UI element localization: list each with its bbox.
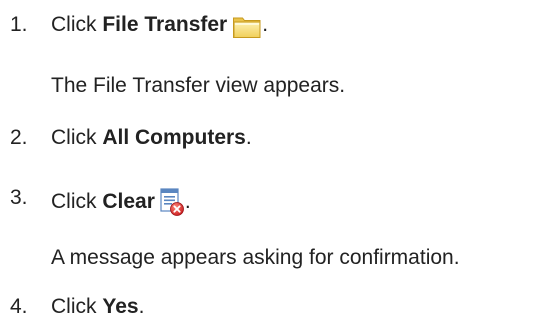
step-instruction: Click Clear . bbox=[51, 185, 191, 216]
step-end-punctuation: . bbox=[262, 13, 269, 36]
step-prefix: Click bbox=[51, 13, 103, 36]
step-number: 2. bbox=[10, 126, 28, 149]
step-prefix: Click bbox=[51, 126, 103, 149]
step-number: 3. bbox=[10, 186, 28, 209]
step-command: File Transfer bbox=[102, 13, 228, 36]
step-prefix: Click bbox=[51, 190, 103, 213]
step-instruction: Click Yes . bbox=[51, 294, 144, 320]
step-command: Yes bbox=[102, 295, 139, 318]
step-number: 1. bbox=[10, 13, 28, 36]
step-instruction: Click All Computers . bbox=[51, 125, 252, 151]
step-instruction: Click File Transfer . bbox=[51, 12, 268, 38]
step-command: Clear bbox=[102, 190, 155, 213]
step-suffix: . bbox=[138, 295, 145, 318]
step-number: 4. bbox=[10, 295, 28, 318]
step-1-result: The File Transfer view appears. bbox=[51, 74, 346, 97]
step-end-punctuation: . bbox=[184, 190, 191, 213]
clear-icon bbox=[160, 188, 184, 216]
folder-icon bbox=[233, 17, 261, 38]
step-command: All Computers bbox=[102, 126, 246, 149]
step-prefix: Click bbox=[51, 295, 103, 318]
step-suffix: . bbox=[245, 126, 252, 149]
instruction-page: { "steps": [ { "number": "1.", "prefix":… bbox=[0, 0, 555, 318]
step-3-result: A message appears asking for confirmatio… bbox=[51, 246, 460, 269]
